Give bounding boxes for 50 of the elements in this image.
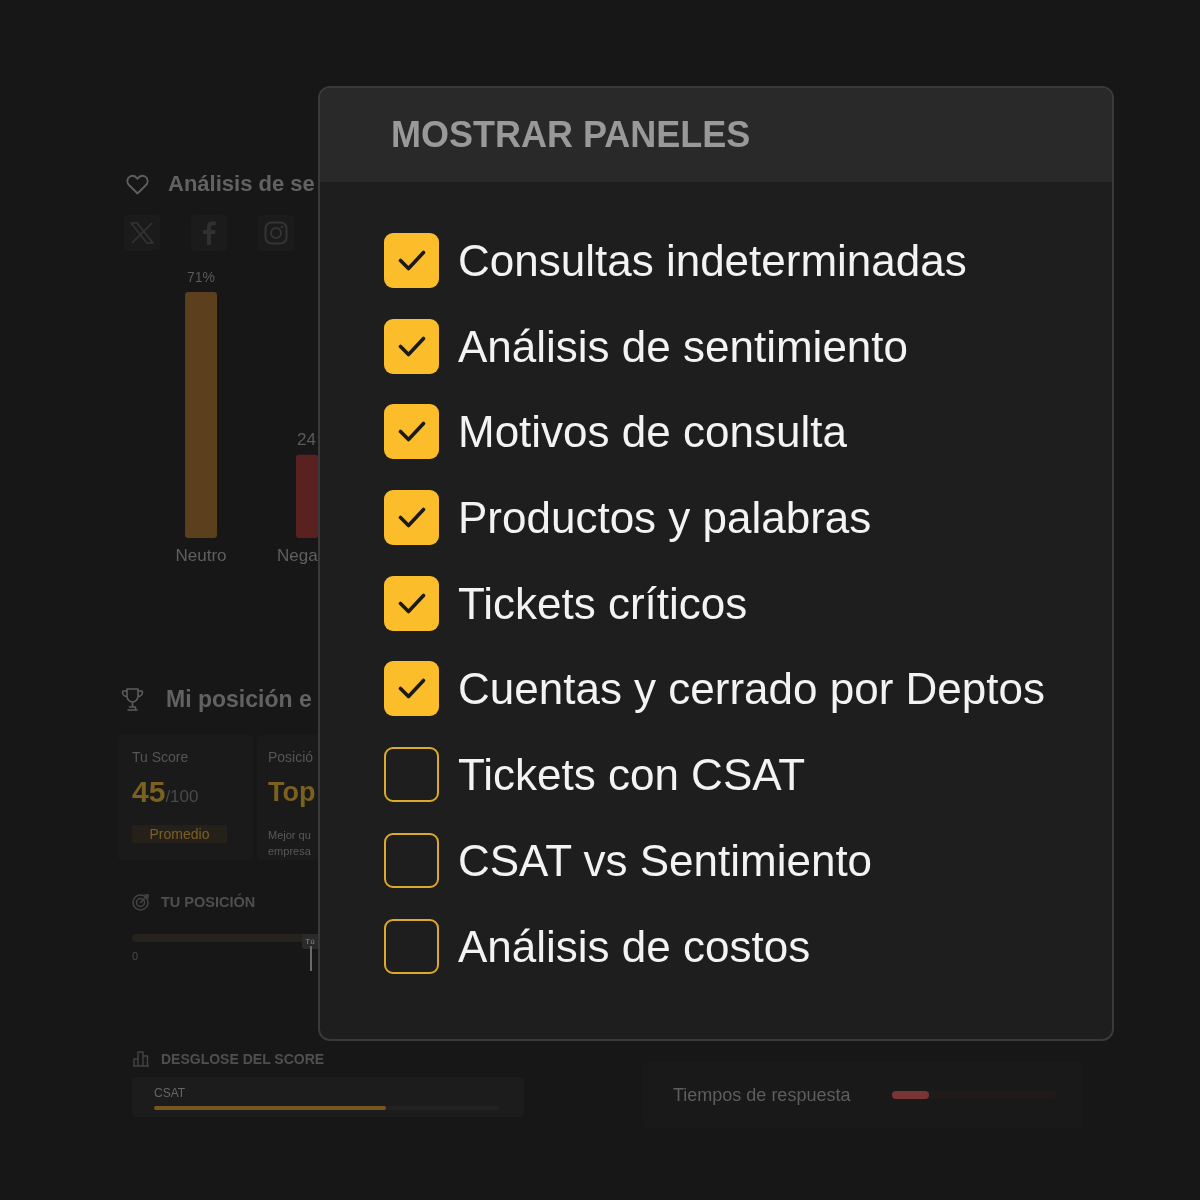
bar-value-label: 24 [297,429,316,449]
dialog-title: MOSTRAR PANELES [391,114,751,156]
check-icon [397,250,426,271]
score-item-label: CSAT [154,1086,186,1100]
check-icon [397,421,426,443]
option-label[interactable]: Consultas indeterminadas [458,233,967,288]
score-label: Tu Score [132,749,190,765]
camera-icon [264,221,288,245]
heart-icon [126,173,149,195]
checkbox[interactable] [384,832,439,888]
checkbox[interactable] [384,575,439,631]
metric-label: Tiempos de respuesta [673,1084,851,1106]
checkbox[interactable] [384,233,439,288]
option-label[interactable]: Tickets con CSAT [458,747,806,803]
bar-chart-icon [132,1050,150,1067]
rank-label: Posició [268,749,315,765]
section-title: TU POSICIÓN [161,894,256,910]
checkbox[interactable] [384,490,439,546]
check-icon [397,335,426,357]
position-marker [310,946,312,971]
option-label[interactable]: Análisis de costos [458,918,811,974]
section-title: DESGLOSE DEL SCORE [161,1050,325,1067]
checkbox[interactable] [384,747,439,803]
option-label[interactable]: Productos y palabras [458,490,872,546]
option-label[interactable]: Análisis de sentimiento [458,318,908,374]
category-label: Neutro [175,546,227,565]
marker-label: Tú [302,934,318,949]
score-badge: Promedio [132,825,227,843]
checkbox[interactable] [384,918,439,974]
checkbox[interactable] [384,318,439,374]
option-label[interactable]: Motivos de consulta [458,404,847,460]
check-icon [397,592,426,614]
option-label[interactable]: Tickets críticos [458,575,748,631]
target-icon [132,893,150,911]
trophy-icon [120,687,145,712]
x-letter-icon [130,222,154,244]
category-label: Nega [277,546,318,565]
check-icon [397,507,426,529]
panel-title: Análisis de se [168,171,315,197]
rank-value: Top [268,777,317,807]
option-label[interactable]: CSAT vs Sentimiento [458,832,873,888]
check-icon [397,678,426,700]
score-value: 45 [132,777,166,807]
bar-value-label: 71% [187,269,215,285]
rank-note: Mejor qu [268,828,311,843]
panel-title: Mi posición e [166,686,312,713]
checkbox[interactable] [384,404,439,460]
checkbox[interactable] [384,661,439,717]
rank-note: empresa [268,844,311,859]
option-label[interactable]: Cuentas y cerrado por Deptos [458,661,1045,717]
